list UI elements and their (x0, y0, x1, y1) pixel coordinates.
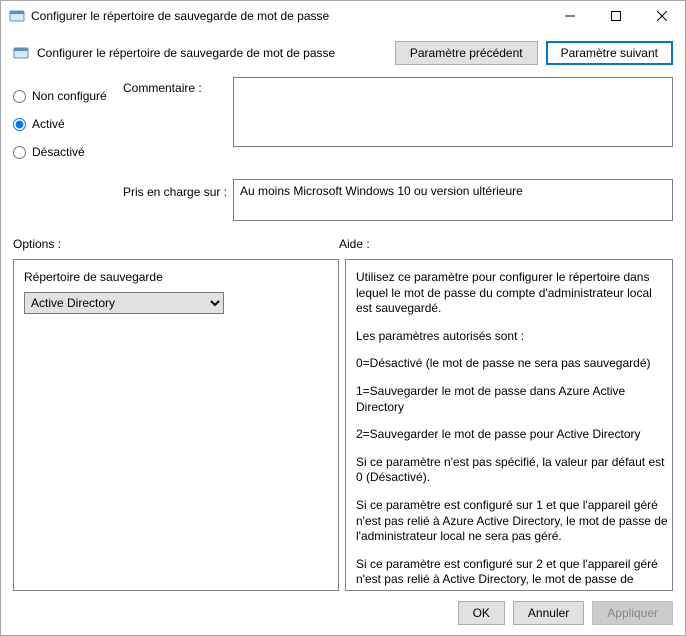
help-text: Si ce paramètre est configuré sur 1 et q… (356, 498, 668, 545)
options-pane: Répertoire de sauvegarde Active Director… (13, 259, 339, 591)
cancel-button[interactable]: Annuler (513, 601, 584, 625)
close-button[interactable] (639, 1, 685, 31)
help-text: 1=Sauvegarder le mot de passe dans Azure… (356, 384, 668, 415)
apply-button: Appliquer (592, 601, 673, 625)
help-text: Si ce paramètre est configuré sur 2 et q… (356, 557, 668, 591)
supported-on-box: Au moins Microsoft Windows 10 ou version… (233, 179, 673, 221)
state-radios: Non configuré Activé Désactivé (13, 77, 123, 173)
help-text: Utilisez ce paramètre pour configurer le… (356, 270, 668, 317)
supported-on-text: Au moins Microsoft Windows 10 ou version… (240, 184, 523, 198)
help-pane: Utilisez ce paramètre pour configurer le… (345, 259, 673, 591)
help-text: 2=Sauvegarder le mot de passe pour Activ… (356, 427, 668, 443)
options-label: Options : (13, 237, 339, 251)
radio-enabled[interactable]: Activé (13, 117, 123, 131)
next-setting-button[interactable]: Paramètre suivant (546, 41, 673, 65)
header-row: Configurer le répertoire de sauvegarde d… (1, 31, 685, 77)
comment-textarea[interactable] (233, 77, 673, 147)
previous-setting-button[interactable]: Paramètre précédent (395, 41, 538, 65)
radio-disabled[interactable]: Désactivé (13, 145, 123, 159)
help-text: Les paramètres autorisés sont : (356, 329, 668, 345)
minimize-button[interactable] (547, 1, 593, 31)
radio-not-configured[interactable]: Non configuré (13, 89, 123, 103)
dialog-window: Configurer le répertoire de sauvegarde d… (0, 0, 686, 636)
help-label: Aide : (339, 237, 370, 251)
window-title: Configurer le répertoire de sauvegarde d… (31, 9, 547, 23)
comment-label: Commentaire : (123, 77, 233, 173)
help-text: Si ce paramètre n'est pas spécifié, la v… (356, 455, 668, 486)
supported-label: Pris en charge sur : (123, 181, 233, 199)
backup-dir-select[interactable]: Active Directory (24, 292, 224, 314)
maximize-button[interactable] (593, 1, 639, 31)
policy-name: Configurer le répertoire de sauvegarde d… (37, 46, 387, 60)
policy-icon (9, 8, 25, 24)
backup-dir-label: Répertoire de sauvegarde (24, 270, 328, 284)
footer: OK Annuler Appliquer (1, 591, 685, 635)
help-text: 0=Désactivé (le mot de passe ne sera pas… (356, 356, 668, 372)
policy-icon (13, 45, 29, 61)
titlebar: Configurer le répertoire de sauvegarde d… (1, 1, 685, 31)
ok-button[interactable]: OK (458, 601, 505, 625)
